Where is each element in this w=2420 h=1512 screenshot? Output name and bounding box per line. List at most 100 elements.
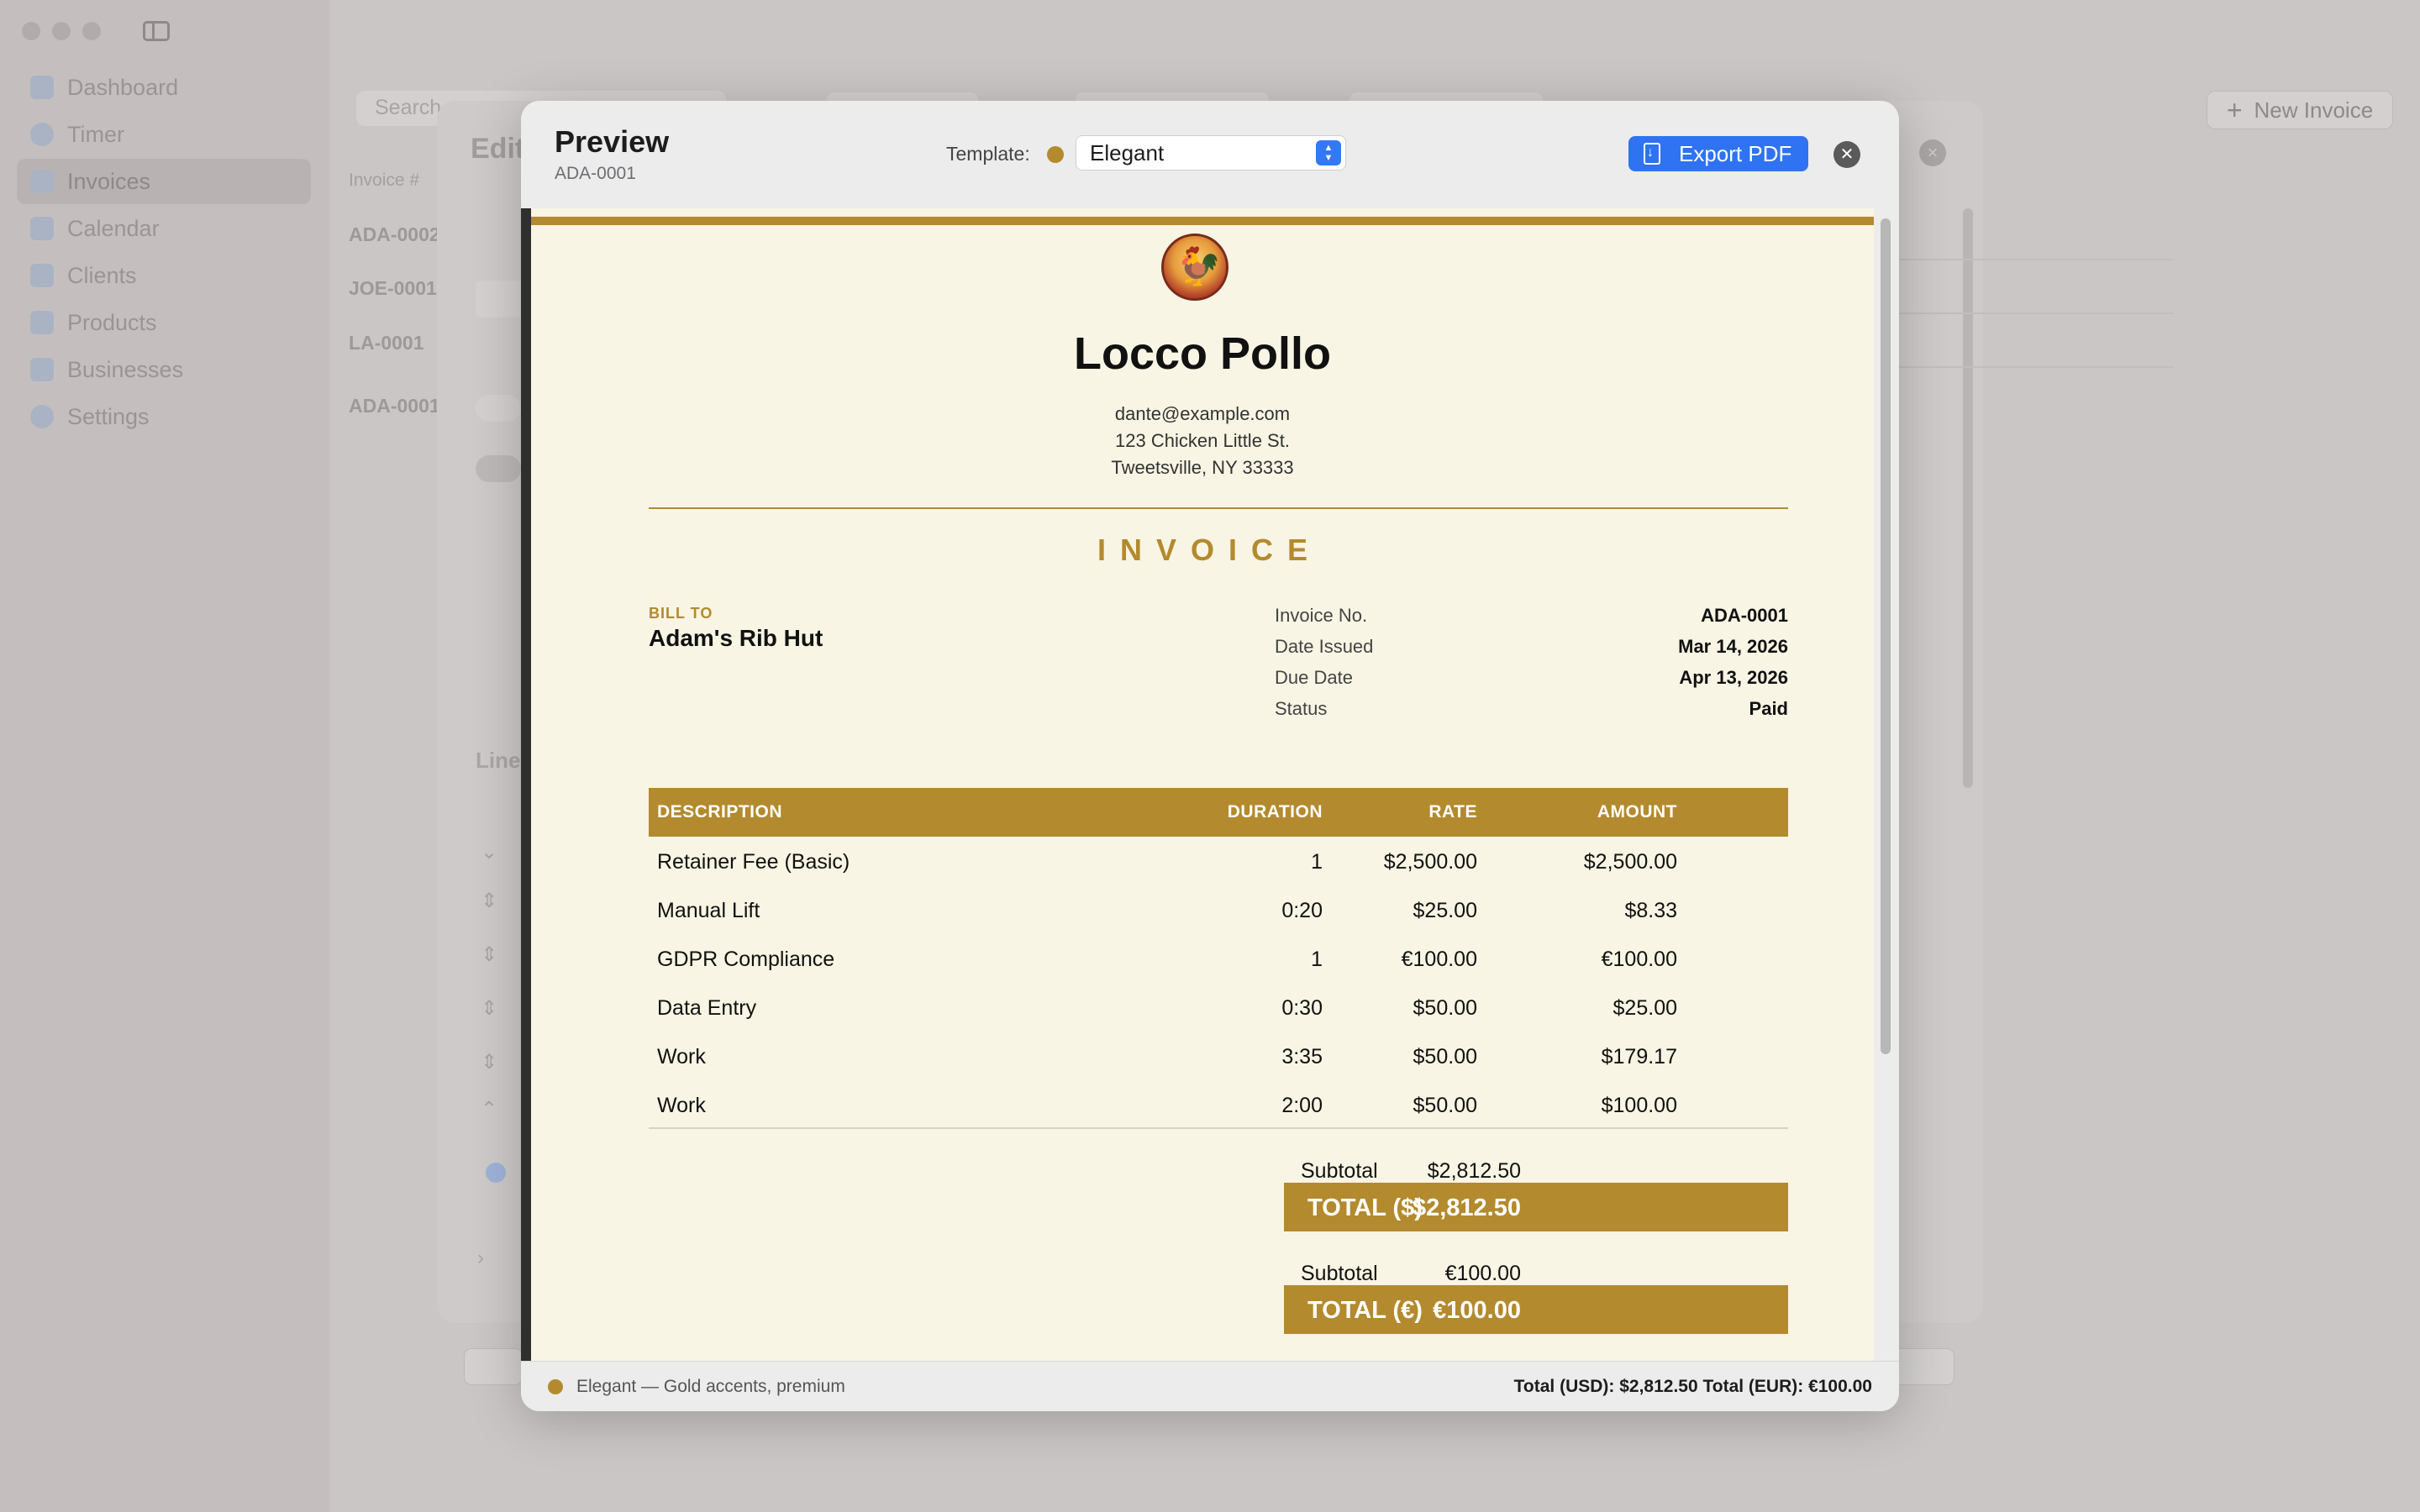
editor-title: Edit (471, 133, 525, 165)
sidebar-item-label: Clients (67, 262, 137, 288)
line-amount: $100.00 (1601, 1094, 1677, 1117)
invoice-list-item[interactable]: LA-0001 (349, 332, 424, 354)
editor-footer-button[interactable] (464, 1348, 523, 1385)
line-rate: $50.00 (1413, 996, 1477, 1020)
plus-icon: + (2226, 94, 2243, 125)
line-description: Data Entry (657, 996, 757, 1020)
sidebar-item-label: Products (67, 309, 157, 335)
export-pdf-label: Export PDF (1679, 140, 1792, 166)
toggle[interactable] (476, 455, 521, 482)
document-viewport[interactable]: Locco Pollo dante@example.com 123 Chicke… (521, 208, 1874, 1361)
document-icon (30, 170, 54, 193)
table-row: Retainer Fee (Basic) 1 $2,500.00 $2,500.… (649, 837, 1788, 885)
window-minimize-dot[interactable] (52, 22, 71, 40)
total-label: TOTAL (€) (1307, 1297, 1423, 1324)
table-row: Work 3:35 $50.00 $179.17 (649, 1032, 1788, 1080)
line-description: Work (657, 1094, 706, 1117)
export-pdf-button[interactable]: Export PDF (1628, 136, 1808, 171)
sidebar: Dashboard Timer Invoices Calendar Client… (0, 0, 329, 1512)
modal-title: Preview (555, 124, 670, 159)
editor-close-icon[interactable]: × (1919, 139, 1946, 166)
calendar-icon (30, 217, 54, 240)
business-name: Locco Pollo (1073, 328, 1332, 379)
preview-footer: Elegant — Gold accents, premium Total (U… (521, 1361, 1899, 1411)
sidebar-item-products[interactable]: Products (17, 300, 311, 345)
column-header-duration: DURATION (1227, 802, 1323, 822)
add-line-icon[interactable] (486, 1163, 506, 1183)
editor-scrollbar[interactable] (1963, 208, 1973, 788)
bill-to-label: BILL TO (649, 605, 713, 622)
sidebar-item-clients[interactable]: Clients (17, 253, 311, 298)
divider (649, 1127, 1788, 1129)
column-header-rate: RATE (1428, 802, 1477, 822)
client-field[interactable] (476, 281, 526, 318)
line-amount: €100.00 (1601, 948, 1677, 971)
line-duration: 3:35 (1281, 1045, 1323, 1068)
line-rate: $25.00 (1413, 899, 1477, 922)
table-row: Work 2:00 $50.00 $100.00 (649, 1080, 1788, 1129)
sidebar-item-dashboard[interactable]: Dashboard (17, 65, 311, 110)
template-select[interactable]: Elegant ▲ ▼ (1076, 135, 1346, 171)
total-value: €100.00 (1433, 1297, 1521, 1324)
sidebar-item-label: Businesses (67, 356, 184, 382)
divider (1887, 259, 2173, 260)
new-invoice-label: New Invoice (2254, 97, 2374, 123)
sidebar-item-businesses[interactable]: Businesses (17, 347, 311, 392)
invoice-list-item[interactable]: JOE-0001 (349, 277, 437, 300)
window-zoom-dot[interactable] (82, 22, 101, 40)
sidebar-item-label: Calendar (67, 215, 160, 241)
line-rate: €100.00 (1401, 948, 1477, 971)
reorder-icon[interactable]: ⇕ (481, 1050, 497, 1074)
sidebar-item-timer[interactable]: Timer (17, 112, 311, 157)
sidebar-item-calendar[interactable]: Calendar (17, 206, 311, 251)
line-rate: $50.00 (1413, 1094, 1477, 1117)
invoice-paper: Locco Pollo dante@example.com 123 Chicke… (531, 208, 1874, 1361)
table-row: Manual Lift 0:20 $25.00 $8.33 (649, 885, 1788, 934)
line-description: Manual Lift (657, 899, 760, 922)
template-description: Elegant — Gold accents, premium (576, 1377, 845, 1396)
sidebar-toggle-icon[interactable] (143, 21, 170, 41)
people-icon (30, 264, 54, 287)
subtotal-value: $2,812.50 (1427, 1159, 1521, 1183)
reorder-icon[interactable]: ⇕ (481, 942, 497, 967)
reorder-icon[interactable]: ⇕ (481, 889, 497, 913)
meta-label: Status (1275, 698, 1328, 719)
line-amount: $25.00 (1612, 996, 1677, 1020)
invoice-list-item[interactable]: ADA-0001 (349, 395, 440, 417)
chevron-up-icon[interactable]: ⌃ (481, 1097, 497, 1121)
column-header-description: DESCRIPTION (657, 802, 783, 822)
total-value: $2,812.50 (1412, 1194, 1521, 1221)
sidebar-item-invoices[interactable]: Invoices (17, 159, 311, 204)
line-duration: 0:20 (1281, 899, 1323, 922)
chevron-down-icon[interactable]: ⌄ (481, 840, 497, 864)
meta-value: Mar 14, 2026 (1678, 636, 1788, 657)
table-row: Data Entry 0:30 $50.00 $25.00 (649, 983, 1788, 1032)
line-description: GDPR Compliance (657, 948, 835, 971)
line-duration: 0:30 (1281, 996, 1323, 1020)
line-duration: 1 (1311, 850, 1323, 874)
line-amount: $179.17 (1601, 1045, 1677, 1068)
line-amount: $2,500.00 (1583, 850, 1677, 874)
chicken-logo-icon (1161, 234, 1228, 301)
export-document-icon (1644, 143, 1660, 165)
new-invoice-button[interactable]: + New Invoice (2207, 91, 2393, 129)
preview-scrollbar[interactable] (1881, 218, 1891, 1054)
line-rate: $50.00 (1413, 1045, 1477, 1068)
sidebar-item-label: Timer (67, 121, 124, 147)
line-items-heading: Line (476, 748, 521, 773)
sidebar-item-settings[interactable]: Settings (17, 394, 311, 439)
template-color-dot (1047, 146, 1064, 163)
select-stepper-icon: ▲ ▼ (1316, 140, 1341, 165)
divider (1887, 312, 2173, 314)
template-color-dot (548, 1379, 563, 1394)
window-close-dot[interactable] (22, 22, 40, 40)
toggle[interactable] (476, 395, 521, 422)
close-icon[interactable]: ✕ (1833, 141, 1860, 168)
line-rate: $2,500.00 (1383, 850, 1477, 874)
meta-label: Date Issued (1275, 636, 1374, 657)
divider (649, 507, 1788, 509)
invoice-list-item[interactable]: ADA-0002 (349, 223, 440, 246)
line-duration: 1 (1311, 948, 1323, 971)
reorder-icon[interactable]: ⇕ (481, 996, 497, 1021)
chevron-right-icon[interactable]: › (477, 1247, 484, 1270)
